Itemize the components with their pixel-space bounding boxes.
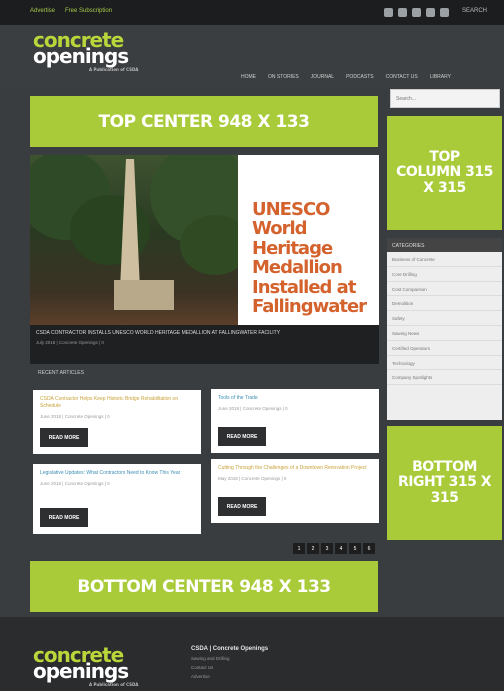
footer-info: CSDA | Concrete Openings Sawing and Dril… xyxy=(191,646,268,679)
nav-journal[interactable]: JOURNAL xyxy=(311,74,334,80)
twitter-icon[interactable] xyxy=(398,8,407,17)
page-button[interactable]: 3 xyxy=(321,543,333,554)
read-more-button[interactable]: READ MORE xyxy=(40,508,88,527)
page-button[interactable]: 1 xyxy=(293,543,305,554)
featured-caption-text[interactable]: CSDA CONTRACTOR INSTALLS UNESCO WORLD HE… xyxy=(36,330,373,336)
category-item[interactable]: Business of Concrete xyxy=(387,252,502,267)
nav-podcasts[interactable]: PODCASTS xyxy=(346,74,374,80)
youtube-icon[interactable] xyxy=(426,8,435,17)
article-title[interactable]: Tools of the Trade xyxy=(218,395,372,402)
linkedin-icon[interactable] xyxy=(412,8,421,17)
ad-top-center[interactable]: TOP CENTER 948 X 133 xyxy=(30,96,378,147)
article-meta: June 2018 | Concrete Openings | 0 xyxy=(218,406,288,411)
ad-bottom-center[interactable]: BOTTOM CENTER 948 X 133 xyxy=(30,561,378,612)
article-title[interactable]: Cutting Through the Challenges of a Down… xyxy=(218,465,372,472)
main-nav: HOME ON STORIES JOURNAL PODCASTS CONTACT… xyxy=(241,74,451,80)
page-button[interactable]: 6 xyxy=(363,543,375,554)
sidebar-search-input[interactable] xyxy=(390,89,500,108)
page-button[interactable]: 4 xyxy=(335,543,347,554)
advertise-link[interactable]: Advertise xyxy=(30,8,55,14)
read-more-button[interactable]: READ MORE xyxy=(218,427,266,446)
top-bar: Advertise Free Subscription SEARCH xyxy=(0,0,504,25)
category-item[interactable]: Cost Comparison xyxy=(387,282,502,297)
read-more-button[interactable]: READ MORE xyxy=(40,428,88,447)
category-item[interactable]: Company Spotlights xyxy=(387,370,502,386)
footer-logo-tagline: A Publication of CSDA xyxy=(89,681,139,687)
ad-top-column[interactable]: TOP COLUMN 315 X 315 xyxy=(387,116,502,230)
article-meta: May 2018 | Concrete Openings | 0 xyxy=(218,476,287,481)
ad-bottom-right[interactable]: BOTTOM RIGHT 315 X 315 xyxy=(387,426,502,540)
site-footer: concrete openings A Publication of CSDA … xyxy=(0,617,504,691)
footer-title: CSDA | Concrete Openings xyxy=(191,646,269,652)
footer-logo-line2: openings xyxy=(33,659,129,684)
footer-link[interactable]: Advertise xyxy=(191,674,268,679)
footer-link[interactable]: Contact Us xyxy=(191,665,268,670)
nav-stories[interactable]: ON STORIES xyxy=(268,74,299,80)
logo-tagline: A Publication of CSDA xyxy=(89,66,139,72)
category-item[interactable]: Technology xyxy=(387,356,502,371)
recent-articles-heading: RECENT ARTICLES xyxy=(38,370,84,376)
article-title[interactable]: CSDA Contractor Helps Keep Historic Brid… xyxy=(40,396,194,410)
article-card: Legislative Updates: What Contractors Ne… xyxy=(33,464,201,534)
categories-widget: CATEGORIES Business of Concrete Core Dri… xyxy=(387,238,502,420)
article-card: CSDA Contractor Helps Keep Historic Brid… xyxy=(33,390,201,454)
read-more-button[interactable]: READ MORE xyxy=(218,497,266,516)
featured-article[interactable]: UNESCO World Heritage Medallion Installe… xyxy=(30,155,379,364)
nav-library[interactable]: LIBRARY xyxy=(430,74,451,80)
featured-meta: July 2018 | Concrete Openings | 0 xyxy=(36,340,104,345)
top-links: Advertise Free Subscription xyxy=(30,8,112,14)
subscription-link[interactable]: Free Subscription xyxy=(65,8,112,14)
article-card: Tools of the Trade June 2018 | Concrete … xyxy=(211,389,379,453)
nav-contact[interactable]: CONTACT US xyxy=(386,74,418,80)
page-button[interactable]: 2 xyxy=(307,543,319,554)
article-meta: June 2018 | Concrete Openings | 0 xyxy=(40,481,110,486)
article-title[interactable]: Legislative Updates: What Contractors Ne… xyxy=(40,470,194,477)
article-meta: June 2018 | Concrete Openings | 0 xyxy=(40,414,110,419)
rss-icon[interactable] xyxy=(440,8,449,17)
category-item[interactable]: Certified Operators xyxy=(387,341,502,356)
site-logo[interactable]: concrete openings A Publication of CSDA xyxy=(33,30,139,72)
category-item[interactable]: Sawing News xyxy=(387,326,502,341)
pagination: 1 2 3 4 5 6 xyxy=(293,543,375,554)
featured-photo[interactable] xyxy=(30,155,238,325)
category-item[interactable]: Safety xyxy=(387,311,502,326)
footer-logo[interactable]: concrete openings A Publication of CSDA xyxy=(33,645,139,687)
logo-line2: openings xyxy=(33,44,129,69)
featured-headline[interactable]: UNESCO World Heritage Medallion Installe… xyxy=(238,155,379,325)
page-button[interactable]: 5 xyxy=(349,543,361,554)
facebook-icon[interactable] xyxy=(384,8,393,17)
social-icons xyxy=(384,8,449,17)
category-item[interactable]: Core Drilling xyxy=(387,267,502,282)
featured-caption: CSDA CONTRACTOR INSTALLS UNESCO WORLD HE… xyxy=(30,325,379,364)
categories-title: CATEGORIES xyxy=(387,238,502,252)
top-search-button[interactable]: SEARCH xyxy=(462,8,487,14)
category-item[interactable]: Demolition xyxy=(387,296,502,312)
footer-link[interactable]: Sawing and Drilling xyxy=(191,656,268,661)
nav-home[interactable]: HOME xyxy=(241,74,256,80)
article-card: Cutting Through the Challenges of a Down… xyxy=(211,459,379,523)
